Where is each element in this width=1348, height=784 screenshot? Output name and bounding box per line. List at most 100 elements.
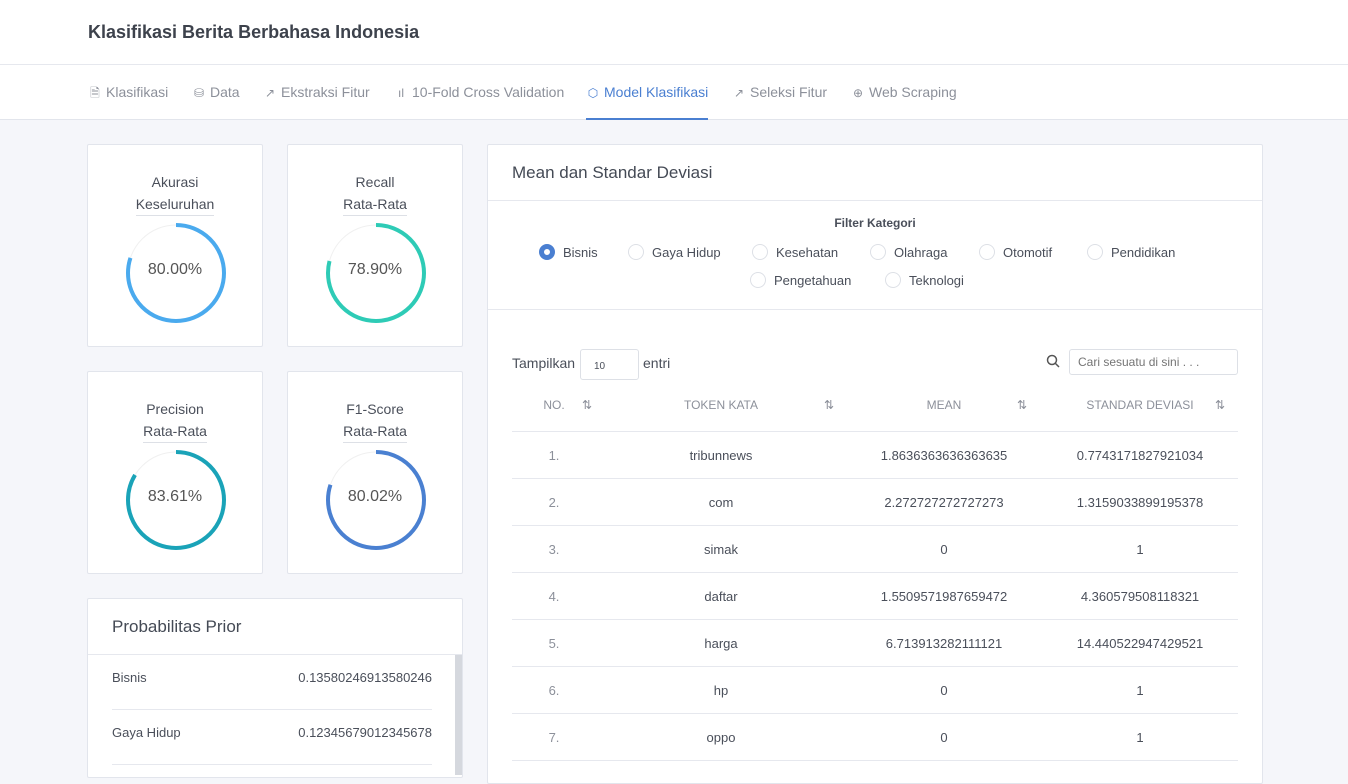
mean-std-title: Mean dan Standar Deviasi: [488, 145, 1262, 201]
table-row: 4. daftar 1.5509571987659472 4.360579508118…: [512, 573, 1238, 620]
filter-title: Filter Kategori: [834, 216, 916, 230]
column-header[interactable]: STANDAR DEVIASI: [1042, 398, 1238, 412]
radio-label: Bisnis: [563, 244, 598, 260]
table-cell: 1: [1136, 683, 1144, 698]
tab-label: 10-Fold Cross Validation: [412, 84, 565, 100]
table-cell: 6.: [548, 683, 560, 698]
radio-otomotif[interactable]: Otomotif: [979, 244, 1052, 260]
tab-model-klasifikasi[interactable]: ⬡ Model Klasifikasi: [586, 65, 709, 120]
radio-button[interactable]: [1087, 244, 1103, 260]
prior-card: Probabilitas Prior Bisnis 0.1358024691358…: [87, 598, 463, 778]
trending-up-icon: ↗: [733, 86, 745, 100]
table-cell: 5.: [548, 636, 560, 651]
metric-value: 83.61%: [147, 488, 203, 505]
table-cell: 1.5509571987659472: [880, 589, 1008, 604]
table-cell: 1: [1136, 730, 1144, 745]
metric-card: Recall Rata-Rata 78.90%: [287, 144, 463, 347]
tab-seleksi-fitur[interactable]: ↗ Seleksi Fitur: [732, 65, 827, 120]
table-cell: daftar: [704, 589, 738, 604]
table-row: 1. tribunnews 1.8636363636363635 0.77431718…: [512, 432, 1238, 479]
radio-button[interactable]: [752, 244, 768, 260]
table-cell: 2.272727272727273: [884, 495, 1004, 510]
tab-label: Klasifikasi: [106, 84, 169, 100]
radio-button[interactable]: [870, 244, 886, 260]
radio-label: Kesehatan: [776, 244, 839, 260]
column-header[interactable]: TOKEN KATA: [596, 398, 846, 412]
table-cell: 1.: [548, 448, 560, 463]
tab-ekstraksi-fitur[interactable]: ↗ Ekstraksi Fitur: [263, 65, 370, 120]
top-bar: Klasifikasi Berita Berbahasa Indonesia: [0, 0, 1348, 65]
entries-select[interactable]: 10: [580, 349, 639, 380]
radio-pengetahuan[interactable]: Pengetahuan: [750, 272, 851, 288]
table-cell: simak: [704, 542, 738, 557]
radio-button[interactable]: [628, 244, 644, 260]
radio-olahraga[interactable]: Olahraga: [870, 244, 947, 260]
table-cell: 3.: [548, 542, 560, 557]
table-cell: 6.713913282111121: [885, 636, 1003, 651]
globe-icon: ⊕: [852, 86, 864, 100]
metric-value: 78.90%: [347, 261, 403, 278]
table-cell: com: [708, 495, 734, 510]
search-icon: [1046, 354, 1060, 368]
app-title: Klasifikasi Berita Berbahasa Indonesia: [88, 22, 420, 42]
sort-icon[interactable]: ⇅: [1017, 398, 1027, 412]
table-cell: 14.440522947429521: [1076, 636, 1204, 651]
metric-value: 80.00%: [147, 261, 203, 278]
metric-label: Precision Rata-Rata: [88, 398, 262, 443]
search-input[interactable]: [1069, 349, 1238, 375]
radio-button[interactable]: [539, 244, 555, 260]
show-suffix: entri: [643, 355, 671, 371]
table-row: 6. hp 0 1: [512, 667, 1238, 714]
table-cell: 1.8636363636363635: [880, 448, 1008, 463]
nav-tabs: 🗎 Klasifikasi ⛁ Data ↗ Ekstraksi Fitur ıl 10-Fo…: [0, 65, 1348, 120]
prior-label: Gaya Hidup: [112, 725, 181, 740]
table-cell: 4.: [548, 589, 560, 604]
radio-label: Gaya Hidup: [652, 244, 721, 260]
table-cell: 4.360579508118321: [1080, 589, 1200, 604]
tab-label: Data: [210, 84, 240, 100]
tab-data[interactable]: ⛁ Data: [192, 65, 240, 120]
box-icon: ⬡: [587, 86, 599, 100]
database-icon: ⛁: [193, 86, 205, 100]
prior-value: 0.12345679012345678: [298, 725, 432, 740]
radio-label: Olahraga: [894, 244, 948, 260]
radio-label: Pengetahuan: [774, 272, 852, 288]
table-cell: 2.: [548, 495, 560, 510]
table-row: 3. simak 0 1: [512, 526, 1238, 573]
column-header[interactable]: MEAN: [846, 398, 1042, 412]
radio-button[interactable]: [885, 272, 901, 288]
radio-label: Pendidikan: [1111, 244, 1176, 260]
arrow-up-right-icon: ↗: [264, 86, 276, 100]
radio-bisnis[interactable]: Bisnis: [539, 244, 598, 260]
sort-icon[interactable]: ⇅: [1215, 398, 1225, 412]
prior-label: Bisnis: [112, 670, 147, 685]
tab-10-fold-cross-validation[interactable]: ıl 10-Fold Cross Validation: [394, 65, 564, 120]
sort-icon[interactable]: ⇅: [582, 398, 592, 412]
sort-icon[interactable]: ⇅: [824, 398, 834, 412]
radio-teknologi[interactable]: Teknologi: [885, 272, 964, 288]
tab-label: Seleksi Fitur: [750, 84, 828, 100]
tab-label: Web Scraping: [869, 84, 957, 100]
scrollbar[interactable]: [455, 655, 462, 775]
table-cell: 7.: [548, 730, 560, 745]
metric-card: Precision Rata-Rata 83.61%: [87, 371, 263, 574]
radio-button[interactable]: [979, 244, 995, 260]
tab-label: Ekstraksi Fitur: [281, 84, 370, 100]
table-cell: hp: [713, 683, 729, 698]
tab-web-scraping[interactable]: ⊕ Web Scraping: [851, 65, 957, 120]
table-header: NO. ⇅ TOKEN KATA ⇅ MEAN ⇅ STANDAR DEVIASI ⇅: [512, 385, 1238, 432]
table-row: 5. harga 6.713913282111121 14.4405229474295…: [512, 620, 1238, 667]
radio-gaya-hidup[interactable]: Gaya Hidup: [628, 244, 721, 260]
metric-card: F1-Score Rata-Rata 80.02%: [287, 371, 463, 574]
metric-value: 80.02%: [347, 488, 403, 505]
radio-pendidikan[interactable]: Pendidikan: [1087, 244, 1175, 260]
table-cell: 0.7743171827921034: [1076, 448, 1204, 463]
radio-button[interactable]: [750, 272, 766, 288]
metric-label: Akurasi Keseluruhan: [88, 171, 262, 216]
radio-kesehatan[interactable]: Kesehatan: [752, 244, 838, 260]
table-cell: 0: [940, 683, 948, 698]
tab-klasifikasi[interactable]: 🗎 Klasifikasi: [88, 65, 168, 120]
table-cell: oppo: [706, 730, 736, 745]
table-cell: 0: [940, 730, 948, 745]
table-cell: 0: [940, 542, 948, 557]
